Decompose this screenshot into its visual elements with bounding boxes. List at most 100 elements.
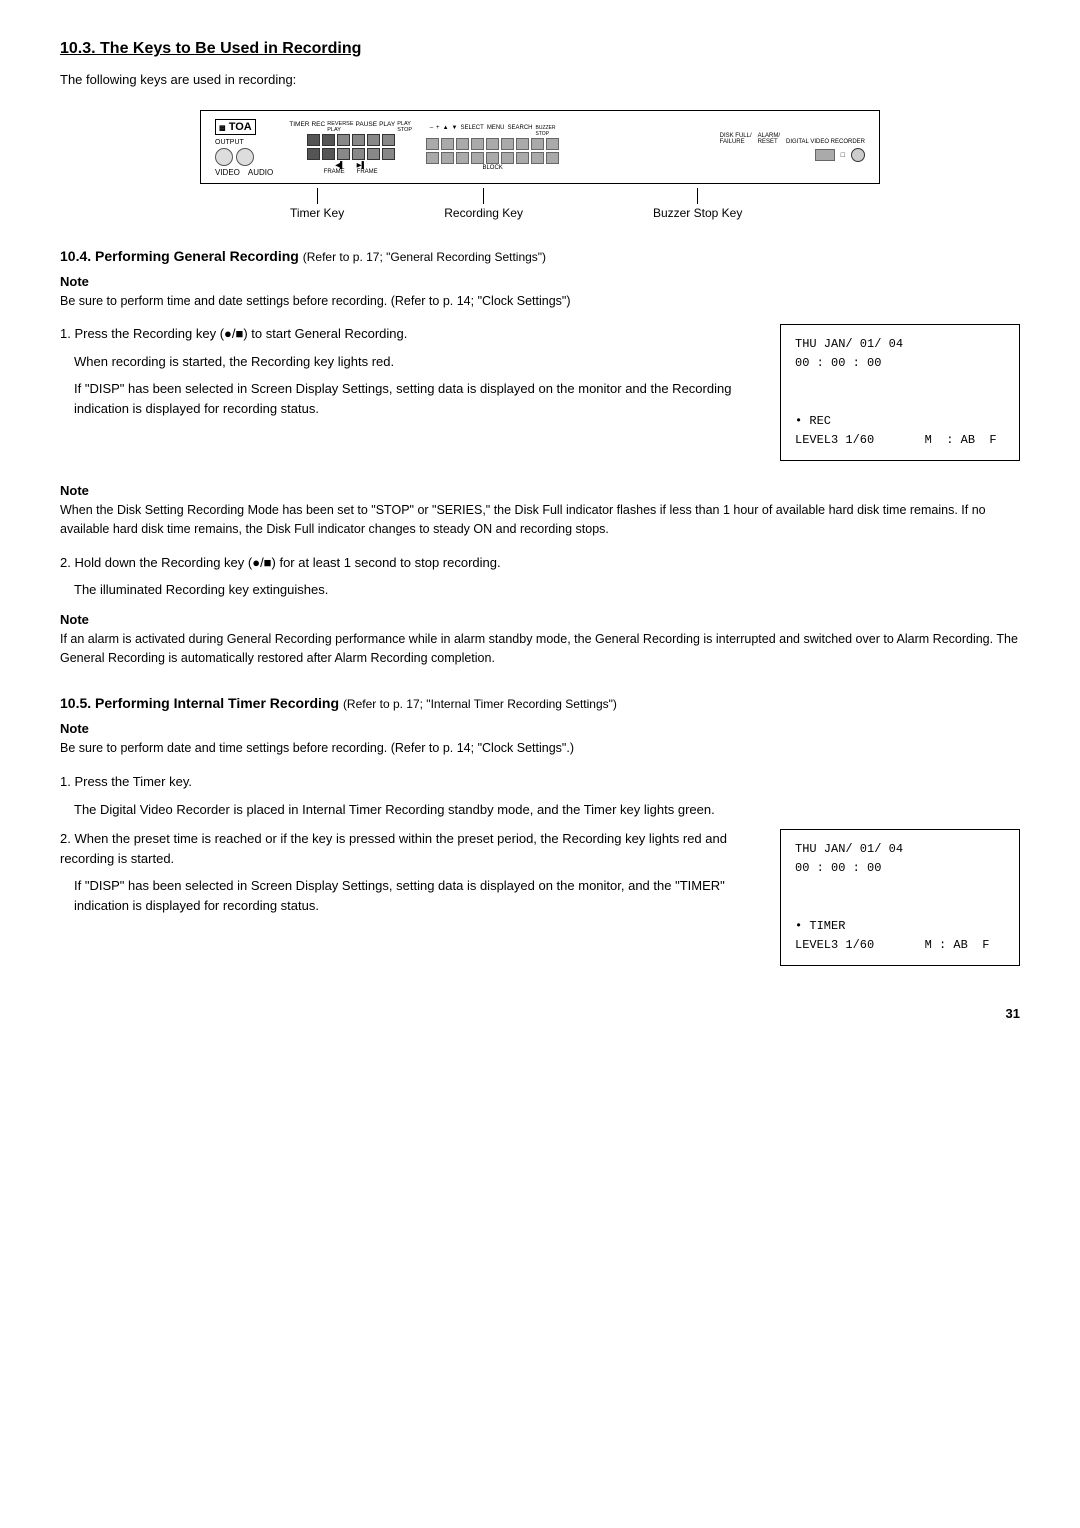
lens-right	[236, 148, 254, 166]
lens-group	[215, 148, 254, 166]
section-10-5: 10.5. Performing Internal Timer Recordin…	[60, 695, 1020, 976]
btn-row-bottom	[307, 148, 395, 160]
btn-row-top	[307, 134, 395, 146]
nb18	[546, 152, 559, 164]
disp1-line1: THU JAN/ 01/ 04	[795, 335, 1005, 354]
note-block-2: Note When the Disk Setting Recording Mod…	[60, 483, 1020, 539]
num-labels-top: –+▲▼ SELECTMENUSEARCH BUZZERSTOP	[430, 125, 556, 137]
step-10-5-1-a: 1. Press the Timer key.	[60, 772, 1020, 792]
right-group: DISK FULL/FAILURE ALARM/RESET DIGITAL VI…	[720, 133, 865, 162]
buzzer-key-label-group: Buzzer Stop Key	[653, 188, 742, 220]
nb16	[516, 152, 529, 164]
timer-key-line	[317, 188, 318, 204]
key-labels-row: Timer Key Recording Key Buzzer Stop Key	[200, 184, 880, 220]
bottom-btn-4	[352, 148, 365, 160]
section-10-4-ref: (Refer to p. 17; "General Recording Sett…	[303, 250, 546, 264]
note3-label: Note	[60, 612, 1020, 627]
nb7	[516, 138, 529, 150]
disp2-line3	[795, 879, 1005, 898]
note2-text: When the Disk Setting Recording Mode has…	[60, 501, 1020, 539]
reverse-btn	[337, 134, 350, 146]
btn-top-labels: TIMER REC REVERSEPLAY PAUSE PLAY PLAYSTO…	[289, 121, 412, 133]
nb11	[441, 152, 454, 164]
device-diagram: ▩ TOA OUTPUT VIDEO AUDIO	[60, 110, 1020, 220]
disp2-line4	[795, 898, 1005, 917]
step2-block: 2. Hold down the Recording key (●/■) for…	[60, 553, 1020, 600]
buzzer-key-line	[697, 188, 698, 204]
num-btn-row2	[426, 152, 559, 164]
right-btn-1	[815, 149, 835, 161]
disp1-line5: • REC	[795, 412, 1005, 431]
rec-btn	[322, 134, 335, 146]
section-10-4: 10.4. Performing General Recording (Refe…	[60, 248, 1020, 668]
display-box-1: THU JAN/ 01/ 04 00 : 00 : 00 • REC LEVEL…	[780, 324, 1020, 461]
output-label: OUTPUT	[215, 139, 244, 146]
buzzer-key-label: Buzzer Stop Key	[653, 206, 742, 220]
timer-key-label-group: Timer Key	[290, 188, 344, 220]
note-10-5-1: Note Be sure to perform date and time se…	[60, 721, 1020, 758]
lens-left	[215, 148, 233, 166]
play-btn	[367, 134, 380, 146]
power-btn	[851, 148, 865, 162]
note3-text: If an alarm is activated during General …	[60, 630, 1020, 668]
bottom-btn-1	[307, 148, 320, 160]
nb2	[441, 138, 454, 150]
disp2-line1: THU JAN/ 01/ 04	[795, 840, 1005, 859]
step-10-5-2-block: THU JAN/ 01/ 04 00 : 00 : 00 • TIMER LEV…	[60, 829, 1020, 976]
right-top-row: DISK FULL/FAILURE ALARM/RESET DIGITAL VI…	[720, 133, 865, 145]
nb6	[501, 138, 514, 150]
nb12	[456, 152, 469, 164]
num-btn-row1	[426, 138, 559, 150]
disp2-line5: • TIMER	[795, 917, 1005, 936]
section-10-5-title: 10.5. Performing Internal Timer Recordin…	[60, 695, 1020, 711]
disp2-line6: LEVEL3 1/60 M : AB F	[795, 936, 1005, 955]
nb10	[426, 152, 439, 164]
nb3	[456, 138, 469, 150]
recording-key-label-group: Recording Key	[444, 188, 523, 220]
recording-key-label: Recording Key	[444, 206, 523, 220]
disp1-line3	[795, 374, 1005, 393]
right-btn-row: □	[815, 148, 865, 162]
bottom-btn-6	[382, 148, 395, 160]
block-label: BLOCK	[482, 165, 502, 171]
nb1	[426, 138, 439, 150]
timer-key-label: Timer Key	[290, 206, 344, 220]
step1-block: THU JAN/ 01/ 04 00 : 00 : 00 • REC LEVEL…	[60, 324, 1020, 471]
display-box-2: THU JAN/ 01/ 04 00 : 00 : 00 • TIMER LEV…	[780, 829, 1020, 966]
nb17	[531, 152, 544, 164]
disp1-line2: 00 : 00 : 00	[795, 354, 1005, 373]
nb4	[471, 138, 484, 150]
timer-btn-group: TIMER REC REVERSEPLAY PAUSE PLAY PLAYSTO…	[289, 121, 412, 175]
section-10-5-ref: (Refer to p. 17; "Internal Timer Recordi…	[343, 697, 617, 711]
section-10-3: 10.3. The Keys to Be Used in Recording T…	[60, 40, 1020, 220]
nb5	[486, 138, 499, 150]
nb13	[471, 152, 484, 164]
section-10-3-title: 10.3. The Keys to Be Used in Recording	[60, 40, 1020, 58]
page-number: 31	[60, 1006, 1020, 1021]
note-block-3: Note If an alarm is activated during Gen…	[60, 612, 1020, 668]
note-block-1: Note Be sure to perform time and date se…	[60, 274, 1020, 311]
nb15	[501, 152, 514, 164]
timer-btn	[307, 134, 320, 146]
toa-logo: ▩ TOA	[215, 119, 256, 135]
stop-btn	[382, 134, 395, 146]
note1-text: Be sure to perform time and date setting…	[60, 292, 1020, 311]
device-box: ▩ TOA OUTPUT VIDEO AUDIO	[200, 110, 880, 184]
step-10-5-1: 1. Press the Timer key. The Digital Vide…	[60, 772, 1020, 819]
nb14	[486, 152, 499, 164]
output-labels: VIDEO AUDIO	[215, 168, 273, 177]
bottom-btn-3	[337, 148, 350, 160]
disp2-line2: 00 : 00 : 00	[795, 859, 1005, 878]
recording-key-line	[483, 188, 484, 204]
note1-label: Note	[60, 274, 1020, 289]
bottom-btn-2	[322, 148, 335, 160]
step2-text-a: 2. Hold down the Recording key (●/■) for…	[60, 553, 1020, 573]
note2-label: Note	[60, 483, 1020, 498]
bottom-btn-5	[367, 148, 380, 160]
note-10-5-1-label: Note	[60, 721, 1020, 736]
step2-text-b: The illuminated Recording key extinguish…	[74, 580, 1020, 600]
disp1-line4	[795, 393, 1005, 412]
num-btn-group: –+▲▼ SELECTMENUSEARCH BUZZERSTOP	[426, 125, 559, 171]
right-separator: □	[841, 152, 845, 159]
nb9	[546, 138, 559, 150]
